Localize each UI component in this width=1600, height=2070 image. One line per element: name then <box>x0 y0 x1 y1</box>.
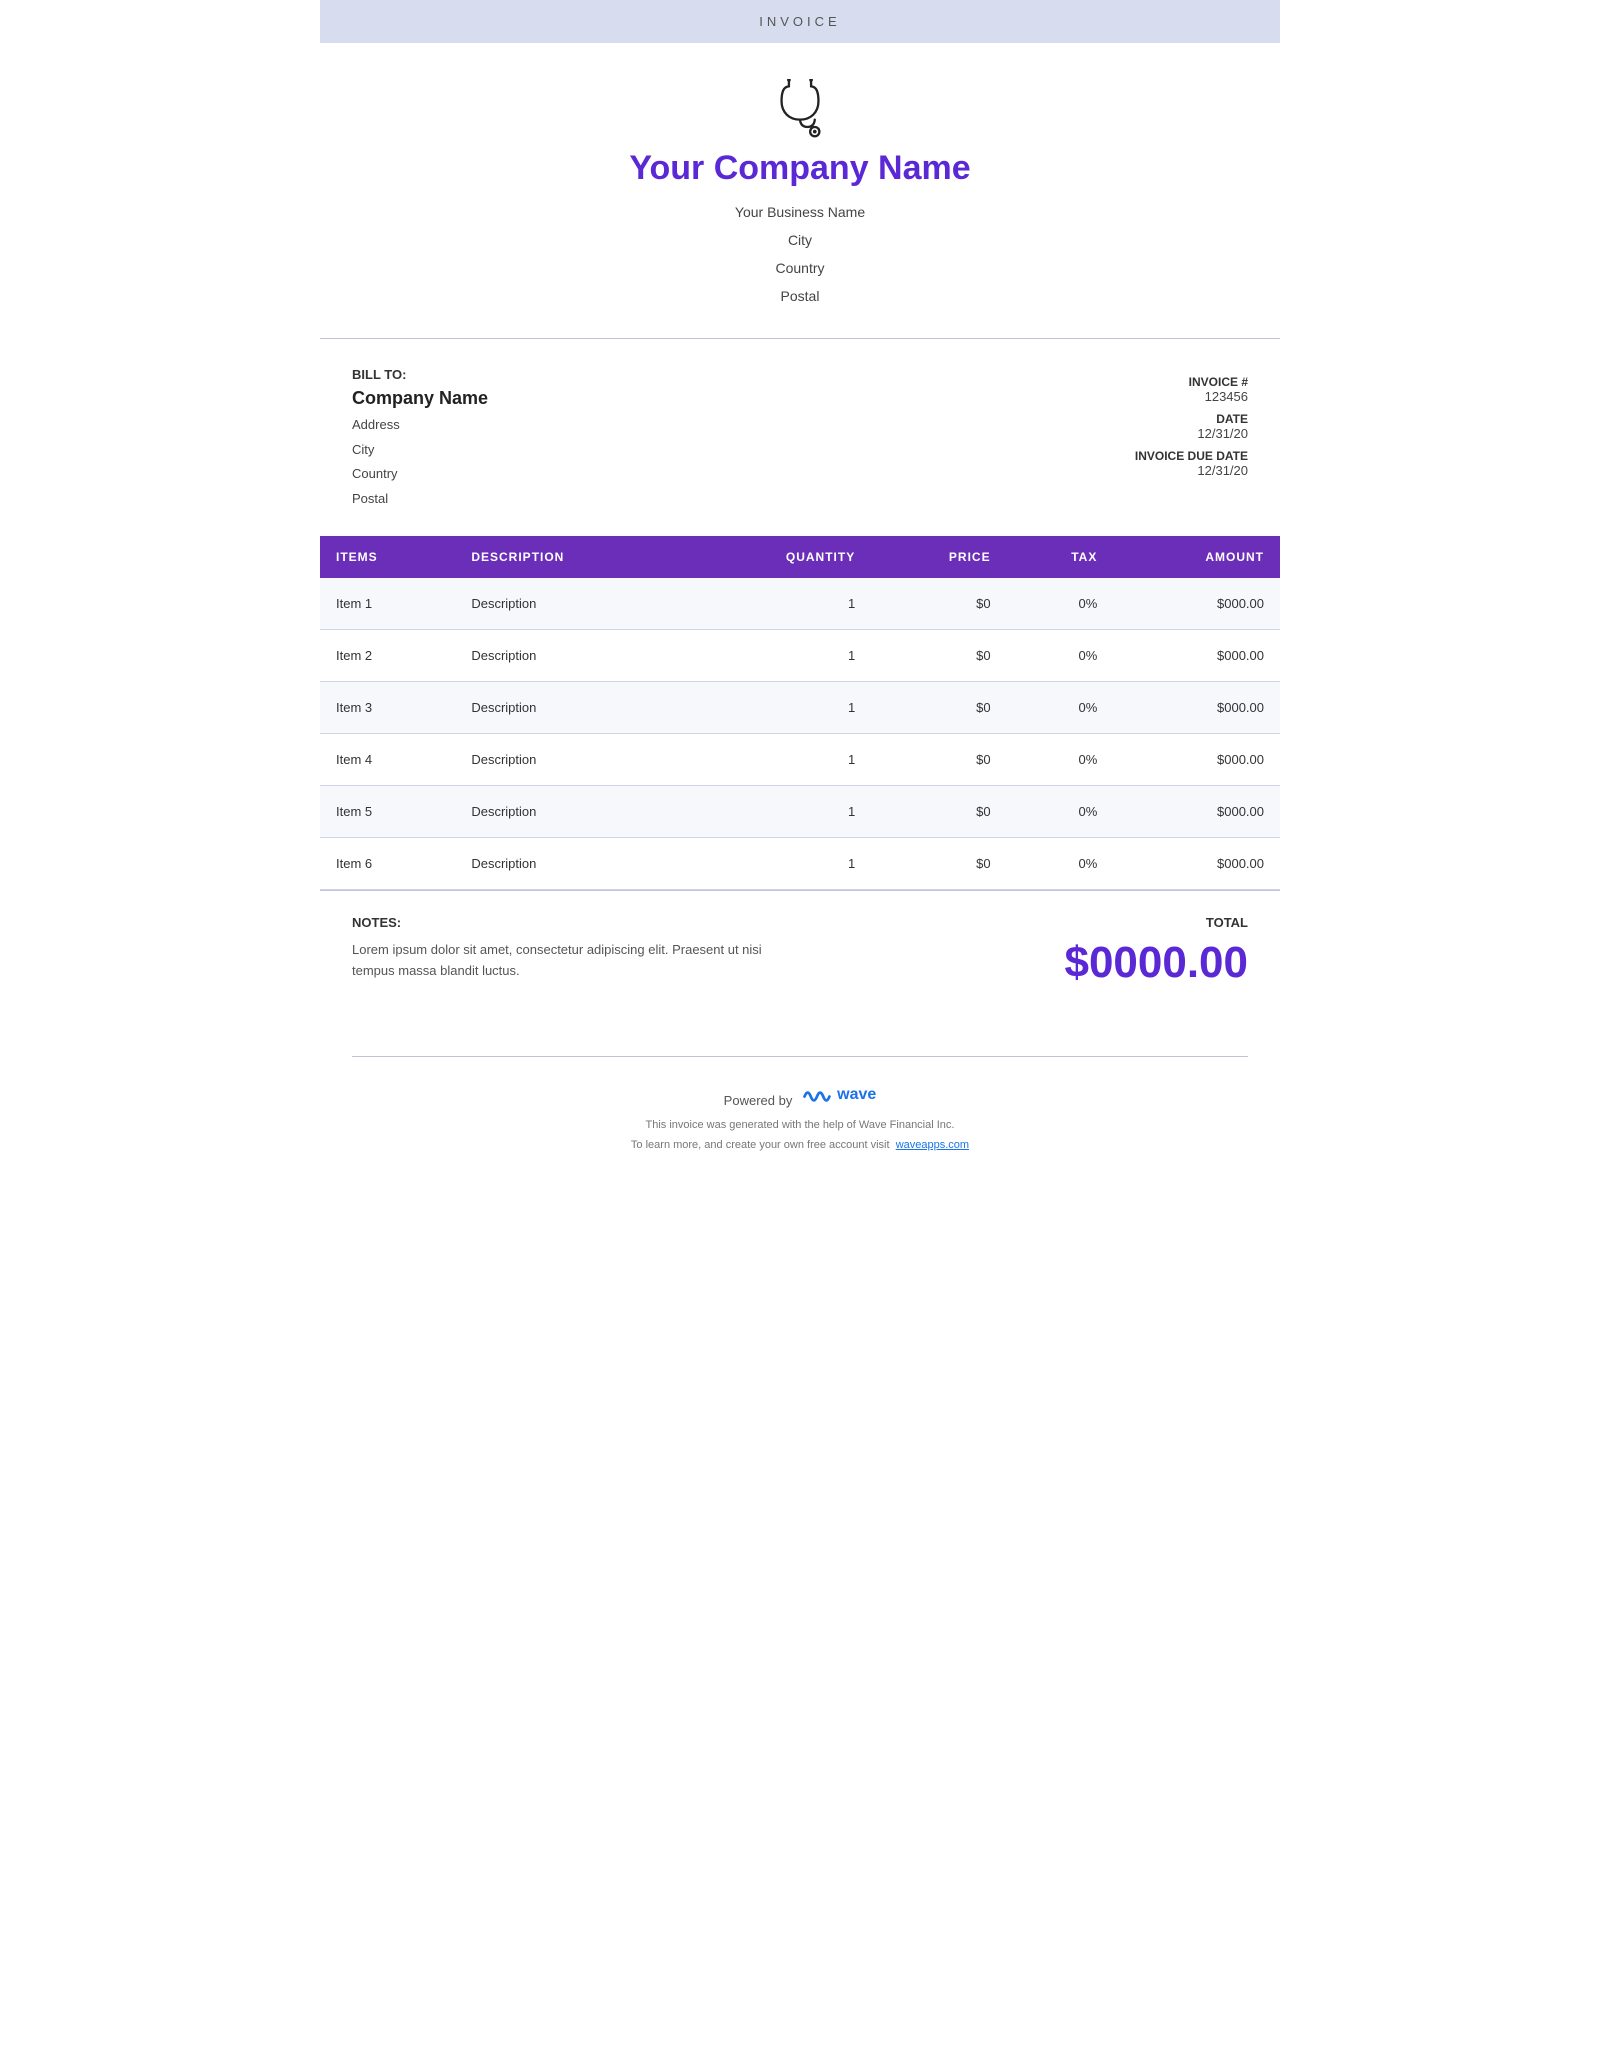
stethoscope-icon <box>770 79 830 139</box>
bill-postal: Postal <box>352 487 488 512</box>
invoice-number-label: INVOICE # <box>1135 375 1248 389</box>
invoice-number-value: 123456 <box>1135 389 1248 404</box>
bill-section: BILL TO: Company Name Address City Count… <box>320 339 1280 536</box>
col-header-amount: AMOUNT <box>1113 536 1280 578</box>
item-description: Description <box>455 578 685 630</box>
item-price: $0 <box>871 681 1006 733</box>
wave-logo: wave <box>803 1085 876 1105</box>
item-price: $0 <box>871 629 1006 681</box>
table-row: Item 2 Description 1 $0 0% $000.00 <box>320 629 1280 681</box>
item-tax: 0% <box>1007 681 1114 733</box>
waveapps-link[interactable]: waveapps.com <box>896 1139 969 1151</box>
footer-note: This invoice was generated with the help… <box>320 1116 1280 1156</box>
item-name: Item 6 <box>320 837 455 889</box>
invoice-page: INVOICE Your Company Name Your Business … <box>320 0 1280 2070</box>
invoice-banner-label: INVOICE <box>759 14 840 29</box>
item-name: Item 4 <box>320 733 455 785</box>
table-row: Item 5 Description 1 $0 0% $000.00 <box>320 785 1280 837</box>
wave-icon <box>803 1085 831 1105</box>
item-quantity: 1 <box>685 733 871 785</box>
table-row: Item 1 Description 1 $0 0% $000.00 <box>320 578 1280 630</box>
item-quantity: 1 <box>685 785 871 837</box>
table-row: Item 4 Description 1 $0 0% $000.00 <box>320 733 1280 785</box>
item-quantity: 1 <box>685 837 871 889</box>
item-name: Item 1 <box>320 578 455 630</box>
item-price: $0 <box>871 785 1006 837</box>
item-amount: $000.00 <box>1113 578 1280 630</box>
item-tax: 0% <box>1007 733 1114 785</box>
col-header-quantity: QUANTITY <box>685 536 871 578</box>
item-tax: 0% <box>1007 629 1114 681</box>
total-amount: $0000.00 <box>1064 938 1248 988</box>
item-amount: $000.00 <box>1113 681 1280 733</box>
item-quantity: 1 <box>685 629 871 681</box>
item-description: Description <box>455 681 685 733</box>
item-amount: $000.00 <box>1113 785 1280 837</box>
notes-label: NOTES: <box>352 915 792 930</box>
company-header: Your Company Name Your Business Name Cit… <box>320 43 1280 339</box>
bill-to-label: BILL TO: <box>352 367 488 382</box>
item-price: $0 <box>871 733 1006 785</box>
powered-by: Powered by wave <box>320 1085 1280 1108</box>
item-name: Item 5 <box>320 785 455 837</box>
item-tax: 0% <box>1007 837 1114 889</box>
bill-country: Country <box>352 462 488 487</box>
item-price: $0 <box>871 837 1006 889</box>
company-name: Your Company Name <box>320 149 1280 188</box>
item-description: Description <box>455 837 685 889</box>
item-tax: 0% <box>1007 578 1114 630</box>
total-label: TOTAL <box>1064 915 1248 930</box>
item-amount: $000.00 <box>1113 629 1280 681</box>
total-block: TOTAL $0000.00 <box>1064 915 1248 988</box>
item-quantity: 1 <box>685 681 871 733</box>
item-description: Description <box>455 785 685 837</box>
item-quantity: 1 <box>685 578 871 630</box>
item-name: Item 3 <box>320 681 455 733</box>
bill-address: Address <box>352 413 488 438</box>
col-header-description: DESCRIPTION <box>455 536 685 578</box>
invoice-date-value: 12/31/20 <box>1135 426 1248 441</box>
bill-company-name: Company Name <box>352 388 488 409</box>
company-business-name: Your Business Name City Country Postal <box>320 198 1280 310</box>
wave-label: wave <box>837 1086 876 1104</box>
item-price: $0 <box>871 578 1006 630</box>
item-tax: 0% <box>1007 785 1114 837</box>
invoice-banner: INVOICE <box>320 0 1280 43</box>
col-header-items: ITEMS <box>320 536 455 578</box>
invoice-info-block: INVOICE # 123456 DATE 12/31/20 INVOICE D… <box>1135 367 1248 512</box>
invoice-due-date-label: INVOICE DUE DATE <box>1135 449 1248 463</box>
notes-total-section: NOTES: Lorem ipsum dolor sit amet, conse… <box>320 890 1280 1008</box>
items-table: ITEMS DESCRIPTION QUANTITY PRICE TAX AMO… <box>320 536 1280 890</box>
invoice-due-date-value: 12/31/20 <box>1135 463 1248 478</box>
item-description: Description <box>455 629 685 681</box>
item-name: Item 2 <box>320 629 455 681</box>
item-amount: $000.00 <box>1113 837 1280 889</box>
col-header-price: PRICE <box>871 536 1006 578</box>
bill-city: City <box>352 438 488 463</box>
invoice-date-label: DATE <box>1135 412 1248 426</box>
notes-text: Lorem ipsum dolor sit amet, consectetur … <box>352 940 792 982</box>
item-description: Description <box>455 733 685 785</box>
notes-block: NOTES: Lorem ipsum dolor sit amet, conse… <box>352 915 792 982</box>
table-row: Item 3 Description 1 $0 0% $000.00 <box>320 681 1280 733</box>
col-header-tax: TAX <box>1007 536 1114 578</box>
footer: Powered by wave This invoice was generat… <box>320 1057 1280 1176</box>
item-amount: $000.00 <box>1113 733 1280 785</box>
table-row: Item 6 Description 1 $0 0% $000.00 <box>320 837 1280 889</box>
bill-to-block: BILL TO: Company Name Address City Count… <box>352 367 488 512</box>
table-header-row: ITEMS DESCRIPTION QUANTITY PRICE TAX AMO… <box>320 536 1280 578</box>
